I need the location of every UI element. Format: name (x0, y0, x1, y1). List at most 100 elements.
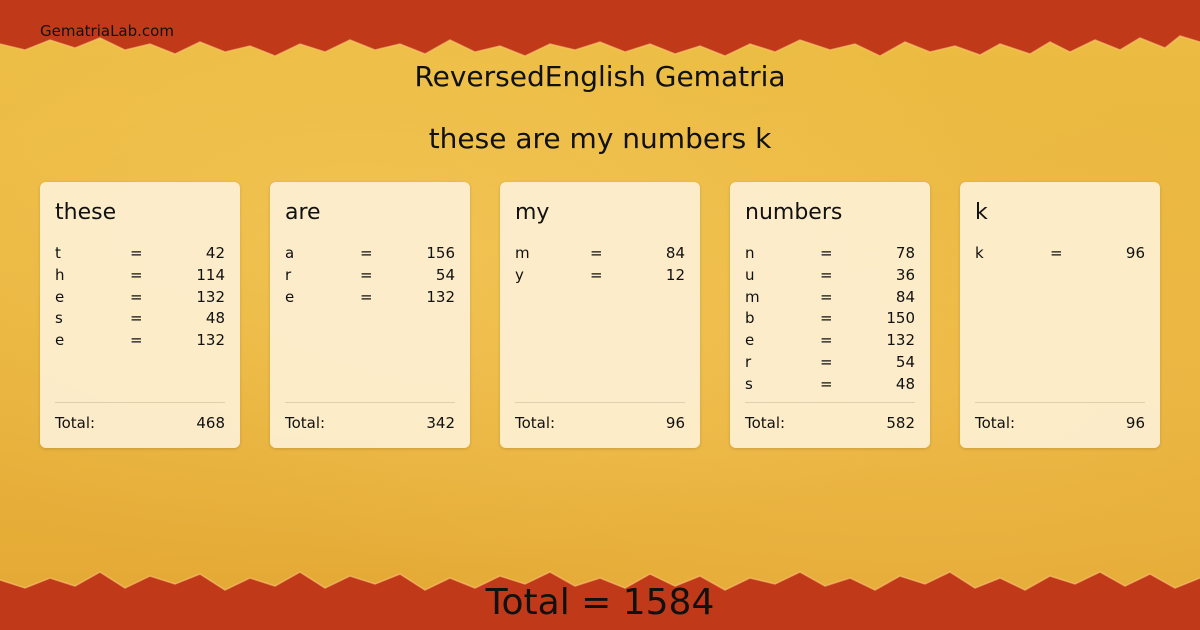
letter-value: 132 (196, 331, 225, 349)
total-label: Total: (745, 414, 786, 432)
letter-row: n = 78 (745, 244, 915, 265)
divider (285, 402, 455, 403)
letter: n (745, 244, 755, 262)
letter: b (745, 309, 755, 327)
equals-sign: = (820, 244, 833, 262)
equals-sign: = (130, 331, 143, 349)
equals-sign: = (360, 288, 373, 306)
site-name[interactable]: GematriaLab.com (40, 22, 174, 40)
letter-value: 48 (895, 375, 915, 393)
letter-value: 96 (1125, 244, 1145, 262)
letter-row: u = 36 (745, 266, 915, 287)
page-title: ReversedEnglish Gematria (414, 60, 786, 93)
letter-row: s = 48 (745, 375, 915, 396)
letter: s (745, 375, 753, 393)
letter-value: 132 (196, 288, 225, 306)
letter-row: r = 54 (745, 353, 915, 374)
divider (55, 402, 225, 403)
equals-sign: = (820, 266, 833, 284)
letter-value: 36 (895, 266, 915, 284)
word-total: 582 (886, 414, 915, 432)
word-total: 468 (196, 414, 225, 432)
letter: m (515, 244, 530, 262)
letter-row: e = 132 (55, 288, 225, 309)
equals-sign: = (130, 266, 143, 284)
letter: h (55, 266, 65, 284)
equals-sign: = (820, 331, 833, 349)
word-card-my: my m = 84 y = 12 Total: 96 (500, 182, 700, 448)
letter-value: 54 (435, 266, 455, 284)
letter: y (515, 266, 524, 284)
equals-sign: = (820, 375, 833, 393)
letter-row: y = 12 (515, 266, 685, 287)
letter: e (285, 288, 295, 306)
equals-sign: = (130, 244, 143, 262)
letter-value: 42 (205, 244, 225, 262)
letter: u (745, 266, 755, 284)
equals-sign: = (360, 266, 373, 284)
letter-value: 156 (426, 244, 455, 262)
letter-value: 84 (665, 244, 685, 262)
divider (975, 402, 1145, 403)
letter: r (285, 266, 292, 284)
total-label: Total: (515, 414, 556, 432)
letter-value: 84 (895, 288, 915, 306)
equals-sign: = (590, 244, 603, 262)
letter-row: h = 114 (55, 266, 225, 287)
letter: k (975, 244, 984, 262)
equals-sign: = (1050, 244, 1063, 262)
word-label: my (515, 200, 550, 225)
total-label: Total: (55, 414, 96, 432)
word-card-numbers: numbers n = 78 u = 36 m = 84 b = 150 e = 132 r = 54 … (730, 182, 930, 448)
letter: m (745, 288, 760, 306)
divider (745, 402, 915, 403)
letter-row: t = 42 (55, 244, 225, 265)
word-label: numbers (745, 200, 843, 225)
letter-row: b = 150 (745, 309, 915, 330)
divider (515, 402, 685, 403)
letter-row: e = 132 (745, 331, 915, 352)
equals-sign: = (820, 309, 833, 327)
equals-sign: = (130, 309, 143, 327)
letter-value: 114 (196, 266, 225, 284)
word-total: 96 (665, 414, 685, 432)
letter-row: s = 48 (55, 309, 225, 330)
total-label: Total: (975, 414, 1016, 432)
letter: e (55, 331, 65, 349)
letter-row: e = 132 (55, 331, 225, 352)
letter-row: r = 54 (285, 266, 455, 287)
word-card-these: these t = 42 h = 114 e = 132 s = 48 e = 132 Total:… (40, 182, 240, 448)
letter-row: k = 96 (975, 244, 1145, 265)
letter-row: m = 84 (745, 288, 915, 309)
equals-sign: = (820, 353, 833, 371)
letter-value: 132 (886, 331, 915, 349)
letter: r (745, 353, 752, 371)
letter-value: 78 (895, 244, 915, 262)
phrase-heading: these are my numbers k (428, 122, 772, 155)
letter-row: e = 132 (285, 288, 455, 309)
letter: s (55, 309, 63, 327)
letter-row: a = 156 (285, 244, 455, 265)
letter: a (285, 244, 295, 262)
word-card-are: are a = 156 r = 54 e = 132 Total: 342 (270, 182, 470, 448)
word-total: 342 (426, 414, 455, 432)
word-total: 96 (1125, 414, 1145, 432)
letter: t (55, 244, 61, 262)
letter-value: 48 (205, 309, 225, 327)
word-card-k: k k = 96 Total: 96 (960, 182, 1160, 448)
letter: e (745, 331, 755, 349)
word-label: these (55, 200, 117, 225)
equals-sign: = (590, 266, 603, 284)
letter: e (55, 288, 65, 306)
equals-sign: = (820, 288, 833, 306)
word-label: k (975, 200, 988, 225)
letter-value: 150 (886, 309, 915, 327)
letter-value: 12 (665, 266, 685, 284)
letter-value: 54 (895, 353, 915, 371)
equals-sign: = (130, 288, 143, 306)
word-label: are (285, 200, 321, 225)
total-label: Total: (285, 414, 326, 432)
letter-row: m = 84 (515, 244, 685, 265)
grand-total: Total = 1584 (485, 582, 715, 623)
equals-sign: = (360, 244, 373, 262)
